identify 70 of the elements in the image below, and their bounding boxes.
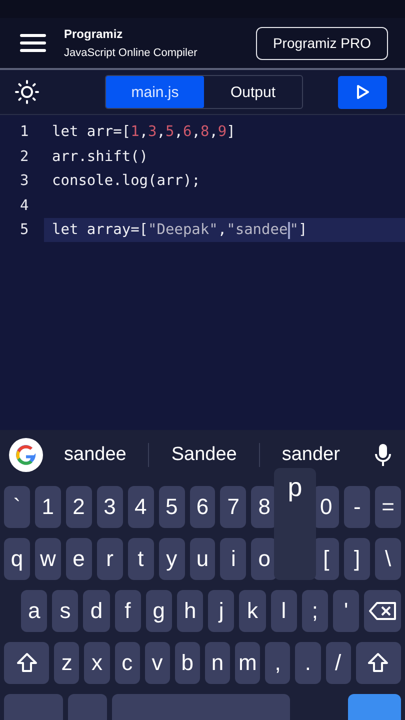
key[interactable]: 2 (66, 486, 92, 528)
shift-key[interactable] (4, 642, 50, 684)
shift-icon (14, 651, 39, 675)
key[interactable]: = (375, 486, 401, 528)
key[interactable]: 4 (128, 486, 154, 528)
code-line: console.log(arr); (51, 172, 202, 192)
key[interactable]: . (295, 642, 321, 684)
key[interactable]: a (21, 590, 48, 632)
key[interactable]: n (204, 642, 230, 684)
play-icon (356, 84, 370, 100)
suggestion[interactable]: Sandee (167, 444, 241, 466)
key[interactable]: w (34, 538, 61, 580)
key[interactable]: 3 (96, 486, 123, 528)
key[interactable]: 7 (220, 486, 246, 528)
key[interactable]: t (128, 538, 154, 580)
shift-icon (366, 651, 390, 675)
key[interactable]: , (265, 642, 290, 684)
key[interactable]: k (239, 590, 266, 632)
key[interactable]: v (144, 642, 170, 684)
tab[interactable]: Output (204, 76, 302, 108)
line-number: 5 (20, 222, 30, 238)
backspace-key[interactable] (364, 590, 401, 632)
key[interactable]: u (190, 538, 216, 580)
shift-key[interactable] (356, 642, 401, 684)
key[interactable]: e (66, 538, 92, 580)
key[interactable]: h (177, 590, 204, 632)
pro-button[interactable]: Programiz PRO (256, 26, 388, 60)
key[interactable]: d (83, 590, 110, 632)
key[interactable]: 6 (190, 486, 216, 528)
key[interactable]: r (96, 538, 123, 580)
key[interactable]: ` (4, 486, 30, 528)
key[interactable]: y (158, 538, 185, 580)
line-number: 2 (20, 148, 30, 165)
logo: Programiz (64, 27, 124, 41)
key[interactable]: l (270, 590, 297, 632)
tab[interactable]: main.js (106, 76, 204, 108)
key[interactable]: s (52, 590, 78, 632)
key[interactable]: c (114, 642, 140, 684)
key[interactable]: - (344, 486, 370, 528)
theme-icon[interactable] (15, 80, 39, 104)
key[interactable]: x (84, 642, 110, 684)
key[interactable]: ; (302, 590, 328, 632)
backspace-icon (368, 601, 397, 621)
key[interactable]: b (174, 642, 200, 684)
line-number: 4 (20, 198, 30, 214)
code-line: arr.shift() (51, 148, 150, 167)
key[interactable]: \ (375, 538, 401, 580)
suggestion[interactable]: sandee (60, 444, 130, 466)
key[interactable]: q (4, 538, 30, 580)
run-button[interactable] (338, 76, 387, 108)
key[interactable]: g (146, 590, 172, 632)
app-subtitle: JavaScript Online Compiler (64, 47, 198, 59)
key[interactable]: z (54, 642, 80, 684)
key[interactable]: ] (344, 538, 370, 580)
code-line: let arr=[1,3,5,6,8,9] (51, 123, 236, 142)
key[interactable]: f (114, 590, 141, 632)
key-preview-tooltip: p (274, 468, 316, 580)
key[interactable]: m (235, 642, 260, 684)
microphone-icon[interactable] (375, 443, 391, 467)
google-icon[interactable] (9, 438, 43, 472)
line-number: 1 (20, 124, 30, 140)
line-number: 3 (20, 173, 30, 190)
menu-icon[interactable] (20, 33, 46, 53)
key[interactable]: j (208, 590, 234, 632)
key[interactable]: 1 (34, 486, 61, 528)
key[interactable]: i (220, 538, 246, 580)
key[interactable]: 5 (158, 486, 185, 528)
suggestion[interactable]: sander (278, 444, 344, 466)
key[interactable]: / (326, 642, 351, 684)
key[interactable]: ' (333, 590, 360, 632)
